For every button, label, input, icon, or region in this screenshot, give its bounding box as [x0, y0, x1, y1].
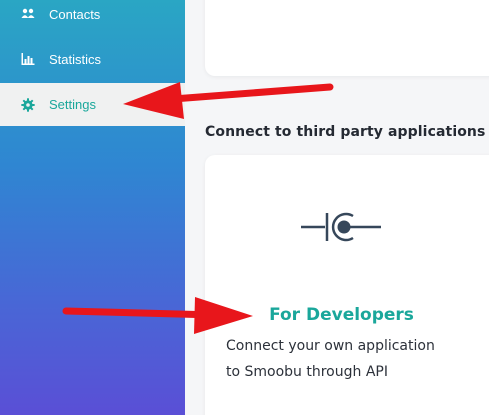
section-heading: Connect to third party applications: [205, 124, 486, 140]
sidebar-item-statistics[interactable]: Statistics: [0, 38, 185, 80]
description-line: to Smoobu through API: [226, 364, 388, 380]
main-content: Connect to third party applications For …: [185, 0, 489, 415]
sidebar-item-contacts[interactable]: Contacts: [0, 0, 185, 35]
sidebar-item-label: Statistics: [49, 51, 102, 67]
sidebar-item-label: Contacts: [49, 6, 101, 22]
contacts-icon: [21, 7, 35, 21]
gear-icon: [21, 97, 35, 112]
description-line: Connect your own application: [226, 338, 435, 354]
sidebar: Contacts Statistics Settings: [0, 0, 185, 415]
developer-card-description: Connect your own application to Smoobu t…: [226, 333, 489, 385]
sidebar-item-settings[interactable]: Settings: [0, 83, 185, 126]
sidebar-item-label: Settings: [49, 97, 96, 112]
developer-card[interactable]: For Developers Connect your own applicat…: [205, 155, 489, 415]
api-connector-icon: [301, 207, 381, 247]
integration-card: [205, 0, 489, 76]
bar-chart-icon: [21, 52, 35, 66]
developer-card-title[interactable]: For Developers: [205, 305, 478, 325]
